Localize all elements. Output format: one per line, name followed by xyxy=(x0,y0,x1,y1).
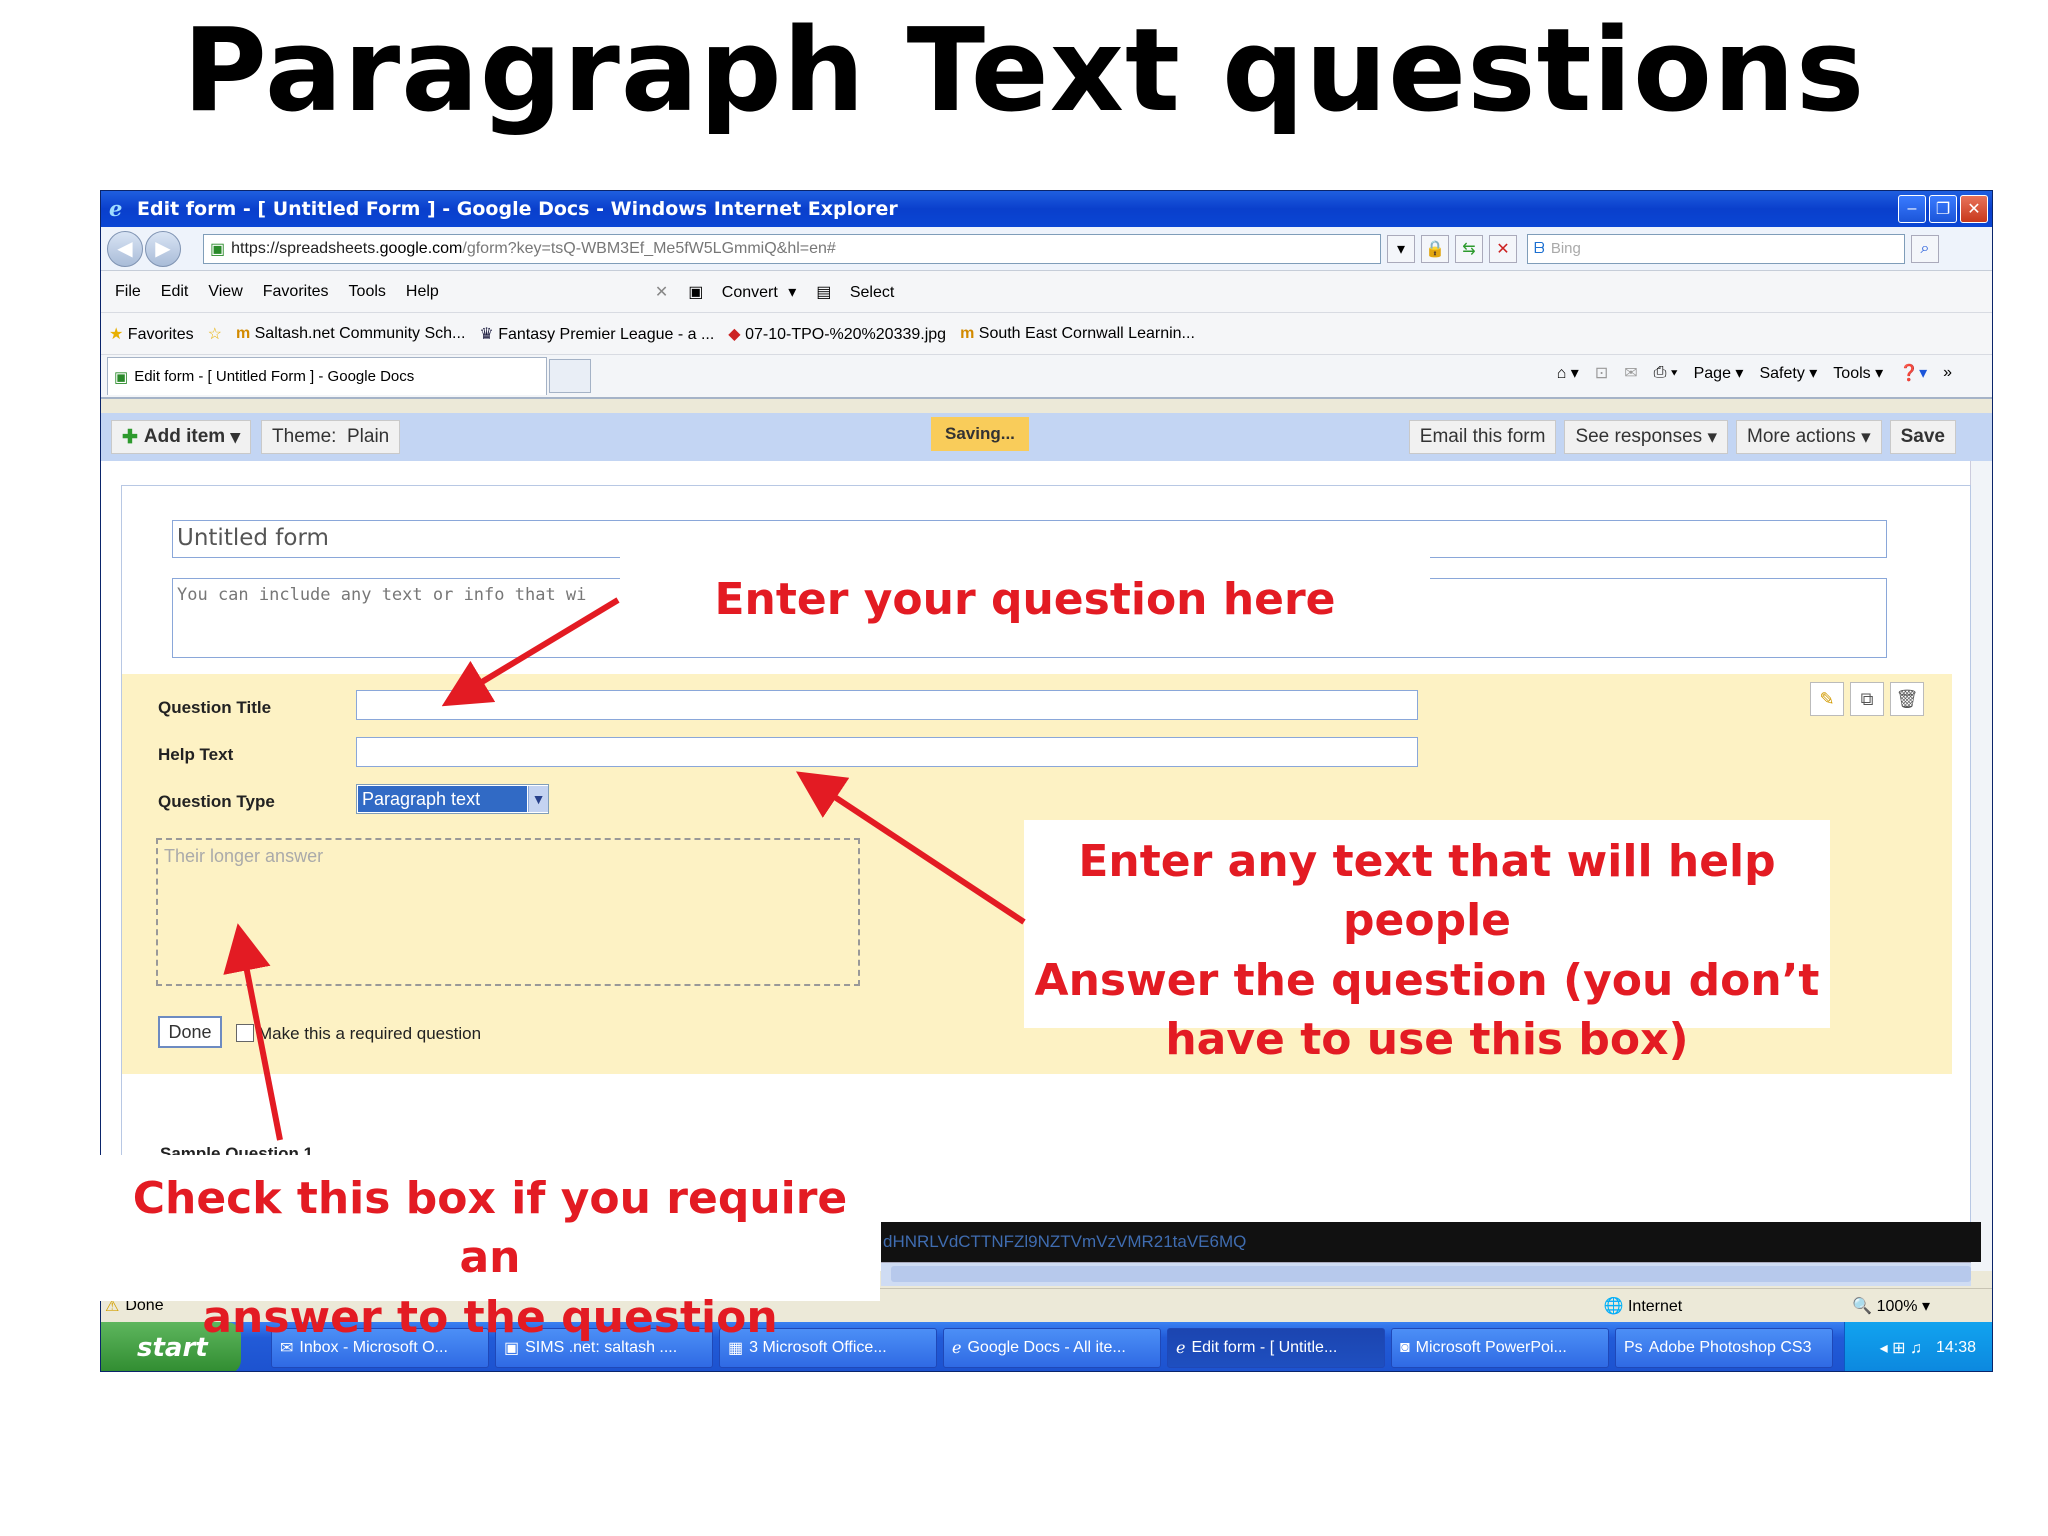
form-toolbar: ✚ Add item ▾ Theme: Plain Saving... Email… xyxy=(101,413,1992,461)
search-icon[interactable]: ⌕ xyxy=(1911,234,1939,263)
slide-title: Paragraph Text questions xyxy=(182,4,1866,138)
safety-menu[interactable]: Safety ▾ xyxy=(1759,363,1817,383)
stop-button[interactable]: ✕ xyxy=(1489,234,1517,263)
taskbar-edit-form[interactable]: ℯ Edit form - [ Untitle... xyxy=(1167,1328,1385,1368)
window-title: Edit form - [ Untitled Form ] - Google D… xyxy=(137,198,898,220)
save-button[interactable]: Save xyxy=(1889,420,1956,454)
help-icon[interactable]: ❓▾ xyxy=(1899,363,1927,383)
question-type-select[interactable]: Paragraph text ▼ xyxy=(356,784,549,814)
mail-icon[interactable]: ✉ xyxy=(1624,363,1637,383)
add-favorite-icon[interactable]: ☆ xyxy=(208,324,222,344)
favorites-bar: ★ Favorites ☆ m Saltash.net Community Sc… xyxy=(101,313,1992,355)
question-title-input[interactable] xyxy=(356,690,1418,720)
tools-menu[interactable]: Tools ▾ xyxy=(1833,363,1883,383)
globe-icon: 🌐 xyxy=(1603,1297,1624,1315)
print-icon[interactable]: ⎙ ▾ xyxy=(1654,364,1678,382)
favorites-button[interactable]: ★ Favorites xyxy=(109,324,194,344)
ie-logo-icon: ℯ xyxy=(109,197,123,221)
edit-pencil-icon[interactable]: ✎ xyxy=(1810,682,1844,716)
question-type-label: Question Type xyxy=(158,792,275,811)
back-button[interactable]: ◀ xyxy=(107,230,143,267)
powerpoint-icon: ◙ xyxy=(1400,1339,1410,1356)
delete-icon[interactable]: 🗑 xyxy=(1890,682,1924,716)
search-input[interactable]: ᗷ Bing xyxy=(1527,233,1905,264)
zoom-icon: 🔍 xyxy=(1852,1297,1873,1315)
callout-required: Check this box if you require an answer … xyxy=(100,1155,880,1343)
callout-help-text: Enter any text that will help people Ans… xyxy=(1024,820,1830,1065)
required-label: Make this a required question xyxy=(258,1024,482,1043)
vertical-scrollbar[interactable] xyxy=(1970,461,1992,1271)
window-titlebar: ℯ Edit form - [ Untitled Form ] - Google… xyxy=(101,191,1992,227)
callout-question: Enter your question here xyxy=(620,556,1430,636)
required-checkbox[interactable] xyxy=(236,1024,254,1042)
minimize-button[interactable]: – xyxy=(1898,195,1926,223)
refresh-button[interactable]: ⇆ xyxy=(1455,234,1483,263)
select-button[interactable]: ▤ Select xyxy=(816,282,900,302)
saving-indicator: Saving... xyxy=(931,417,1029,451)
plus-icon: ✚ xyxy=(122,426,138,448)
docs-icon: ▣ xyxy=(114,368,129,386)
toolbar-close-icon[interactable]: ✕ xyxy=(655,282,668,302)
tab-row: ▣ Edit form - [ Untitled Form ] - Google… xyxy=(101,355,1992,399)
email-form-button[interactable]: Email this form xyxy=(1408,420,1557,454)
page-menu[interactable]: Page ▾ xyxy=(1694,363,1744,383)
chevron-more-icon[interactable]: » xyxy=(1943,364,1952,382)
help-text-input[interactable] xyxy=(356,737,1418,767)
more-actions-button[interactable]: More actions ▾ xyxy=(1736,420,1882,454)
menu-favorites[interactable]: Favorites xyxy=(263,283,329,301)
favorite-link-4[interactable]: m South East Cornwall Learnin... xyxy=(960,325,1195,343)
favorite-link-1[interactable]: m Saltash.net Community Sch... xyxy=(236,325,465,343)
tray-icons[interactable]: ◂ ⊞ ♫ xyxy=(1880,1338,1922,1358)
question-tools: ✎ ⧉ 🗑 xyxy=(1810,682,1924,716)
taskbar-google-docs[interactable]: ℯ Google Docs - All ite... xyxy=(943,1328,1161,1368)
menu-file[interactable]: File xyxy=(115,283,141,301)
address-dropdown-button[interactable]: ▾ xyxy=(1387,234,1415,263)
menu-tools[interactable]: Tools xyxy=(349,283,386,301)
page-icon: ▣ xyxy=(210,240,226,258)
chevron-down-icon: ▼ xyxy=(528,786,548,812)
clock: 14:38 xyxy=(1935,1339,1976,1356)
menu-bar: File Edit View Favorites Tools Help ✕ ▣ … xyxy=(101,271,1992,313)
duplicate-icon[interactable]: ⧉ xyxy=(1850,682,1884,716)
command-bar: ⌂ ▾ ⊡ ✉ ⎙ ▾ Page ▾ Safety ▾ Tools ▾ ❓▾ » xyxy=(1557,363,1952,383)
form-title-input[interactable]: Untitled form xyxy=(172,520,1887,558)
question-title-label: Question Title xyxy=(158,698,272,717)
home-icon[interactable]: ⌂ ▾ xyxy=(1557,363,1579,383)
menu-help[interactable]: Help xyxy=(406,283,439,301)
address-bar[interactable]: ▣ https://spreadsheets.google.com/gform?… xyxy=(203,233,1381,264)
feeds-icon[interactable]: ⊡ xyxy=(1595,363,1608,383)
address-row: ◀ ▶ ▣ https://spreadsheets.google.com/gf… xyxy=(101,227,1992,271)
lock-icon[interactable]: 🔒 xyxy=(1421,234,1449,263)
bing-icon: ᗷ xyxy=(1534,240,1545,257)
menu-view[interactable]: View xyxy=(208,283,242,301)
star-icon: ★ xyxy=(109,325,124,343)
theme-button[interactable]: Theme: Plain xyxy=(261,420,401,454)
status-url-bar: dHNRLVdCTTNFZl9NZTVmVzVMR21taVE6MQ xyxy=(881,1222,1981,1262)
horizontal-scrollbar[interactable] xyxy=(881,1262,1971,1286)
ie-icon: ℯ xyxy=(1176,1340,1186,1357)
taskbar-powerpoint[interactable]: ◙ Microsoft PowerPoi... xyxy=(1391,1328,1609,1368)
answer-preview: Their longer answer xyxy=(156,838,860,986)
close-button[interactable]: ✕ xyxy=(1960,195,1988,223)
restore-button[interactable]: ❐ xyxy=(1929,195,1957,223)
zoom-control[interactable]: 🔍 100% ▾ xyxy=(1852,1296,1930,1316)
add-item-button[interactable]: ✚ Add item ▾ xyxy=(111,420,252,454)
internet-zone: 🌐 Internet xyxy=(1603,1297,1683,1315)
taskbar-photoshop[interactable]: Ps Adobe Photoshop CS3 xyxy=(1615,1328,1833,1368)
favorite-link-3[interactable]: ◆ 07-10-TPO-%20%20339.jpg xyxy=(728,324,946,344)
forward-button[interactable]: ▶ xyxy=(145,230,181,267)
see-responses-button[interactable]: See responses ▾ xyxy=(1564,420,1729,454)
done-button[interactable]: Done xyxy=(158,1016,222,1048)
favorite-link-2[interactable]: ♛ Fantasy Premier League - a ... xyxy=(479,324,714,344)
system-tray: ◂ ⊞ ♫ 14:38 xyxy=(1844,1322,1992,1371)
help-text-label: Help Text xyxy=(158,745,234,764)
new-tab-button[interactable] xyxy=(549,359,591,393)
ie-icon: ℯ xyxy=(952,1340,962,1357)
convert-button[interactable]: ▣ Convert ▾ xyxy=(688,282,796,302)
window-controls: – ❐ ✕ xyxy=(1898,195,1988,223)
menu-edit[interactable]: Edit xyxy=(161,283,189,301)
tab-edit-form[interactable]: ▣ Edit form - [ Untitled Form ] - Google… xyxy=(107,357,547,395)
photoshop-icon: Ps xyxy=(1624,1339,1643,1356)
